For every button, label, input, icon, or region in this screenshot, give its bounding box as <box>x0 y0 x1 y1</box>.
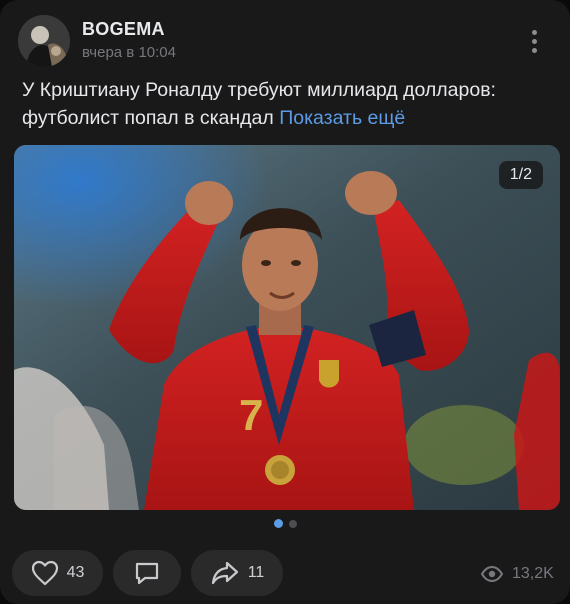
carousel-dot-active[interactable] <box>273 519 283 528</box>
photo-image: 7 <box>14 145 560 510</box>
show-more-link[interactable]: Показать ещё <box>279 107 405 129</box>
carousel-dots <box>0 519 570 528</box>
likes-count: 43 <box>66 564 85 581</box>
share-button[interactable]: 11 <box>191 550 283 596</box>
post-time[interactable]: вчера в 10:04 <box>82 44 176 61</box>
eye-icon <box>480 565 504 583</box>
carousel-dot[interactable] <box>288 519 297 528</box>
photo-counter: 1/2 <box>498 161 543 189</box>
more-vertical-icon-dot <box>531 47 537 53</box>
comment-button[interactable] <box>113 550 181 596</box>
share-arrow-icon <box>211 561 238 585</box>
views-count: 13,2K <box>512 565 554 582</box>
avatar-image <box>18 15 70 67</box>
post-text-body: У Криштиану Роналду требуют миллиард дол… <box>22 79 496 129</box>
more-vertical-icon <box>531 29 537 35</box>
post-photo[interactable]: 7 1/2 <box>14 145 560 510</box>
author-name[interactable]: BOGEMA <box>82 19 165 40</box>
more-vertical-icon-dot <box>531 38 537 44</box>
like-button[interactable]: 43 <box>12 550 103 596</box>
post-text: У Криштиану Роналду требуют миллиард дол… <box>22 76 552 132</box>
more-options-button[interactable] <box>520 24 548 58</box>
svg-text:7: 7 <box>239 391 263 440</box>
heart-icon <box>31 560 58 586</box>
shares-count: 11 <box>247 564 265 581</box>
post-card: BOGEMA вчера в 10:04 У Криштиану Роналду… <box>0 0 570 604</box>
comment-icon <box>135 562 159 585</box>
author-avatar[interactable] <box>18 15 70 67</box>
views-counter: 13,2K <box>480 562 554 586</box>
